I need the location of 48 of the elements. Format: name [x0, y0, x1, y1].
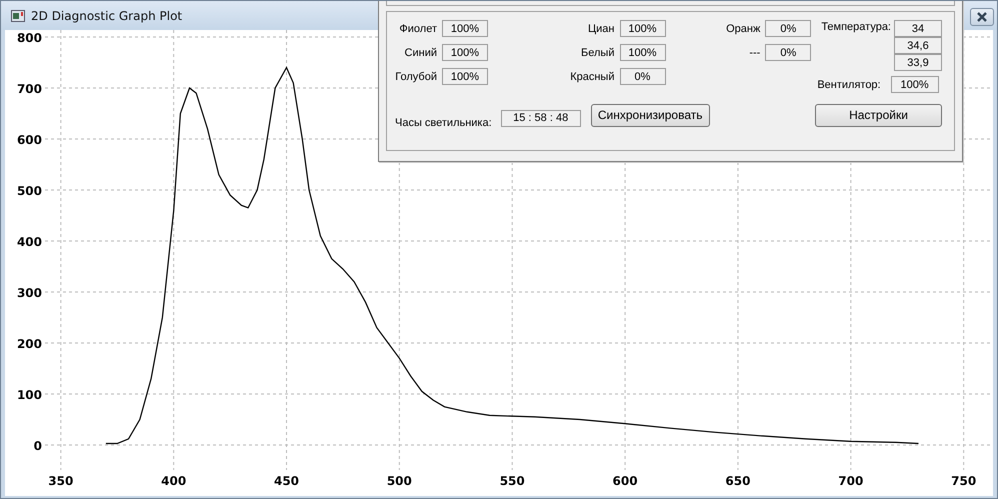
window-title: 2D Diagnostic Graph Plot [31, 8, 182, 22]
close-icon [976, 12, 988, 22]
y-tick-label: 700 [16, 82, 42, 96]
y-tick-label: 200 [16, 337, 42, 351]
channel-label: Голубой [395, 70, 437, 82]
x-tick-label: 550 [500, 474, 525, 488]
channel-value: 100% [442, 68, 488, 85]
y-tick-label: 400 [16, 235, 42, 249]
x-tick-label: 650 [725, 474, 750, 488]
channel-value: 100% [442, 20, 488, 37]
x-tick-label: 400 [161, 474, 186, 488]
x-tick-label: 600 [612, 474, 638, 488]
channel-value: 0% [765, 44, 812, 61]
channel-label: Оранж [726, 22, 760, 34]
channel-label: --- [749, 46, 760, 58]
channel-value: 100% [442, 44, 488, 61]
y-tick-label: 600 [16, 133, 42, 147]
fan-value: 100% [890, 76, 939, 93]
channel-label: Красный [570, 70, 614, 82]
temperature-value: 34,6 [894, 37, 942, 54]
fan-label: Вентилятор: [817, 78, 881, 90]
channel-label: Синий [404, 46, 437, 58]
channel-value: 0% [765, 20, 812, 37]
x-tick-label: 350 [48, 474, 74, 488]
x-tick-label: 700 [838, 474, 864, 488]
clock-value: 15 : 58 : 48 [500, 110, 581, 126]
y-tick-label: 100 [16, 388, 42, 402]
channel-value: 100% [620, 44, 666, 61]
y-tick-label: 800 [16, 31, 42, 45]
temperature-value: 34 [894, 20, 942, 37]
settings-button[interactable]: Настройки [815, 104, 942, 126]
y-tick-label: 300 [16, 286, 42, 300]
channel-label: Белый [581, 46, 614, 58]
x-tick-label: 500 [386, 474, 412, 488]
channel-label: Циан [588, 22, 614, 34]
channel-value: 100% [620, 20, 666, 37]
temperature-label: Температура: [821, 20, 891, 33]
temperature-value: 33,9 [894, 54, 942, 71]
y-tick-label: 0 [34, 439, 42, 453]
clock-label: Часы светильника: [395, 117, 492, 129]
x-tick-label: 450 [274, 474, 300, 488]
sync-button[interactable]: Синхронизировать [590, 104, 710, 126]
close-button[interactable] [970, 8, 994, 26]
channel-value: 0% [620, 68, 666, 85]
app-icon [11, 10, 25, 22]
y-tick-label: 500 [16, 184, 42, 198]
channel-label: Фиолет [398, 22, 437, 34]
x-tick-label: 750 [951, 474, 976, 488]
